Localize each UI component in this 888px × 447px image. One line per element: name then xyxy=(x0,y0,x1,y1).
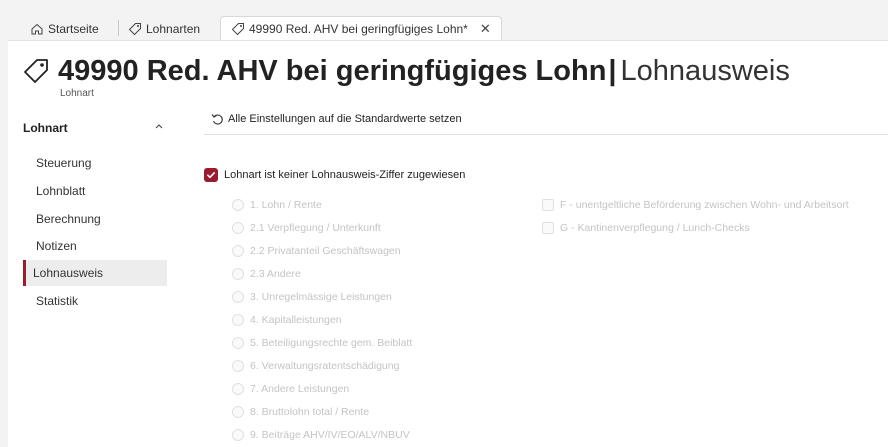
radio-button[interactable] xyxy=(232,406,244,418)
radio-button[interactable] xyxy=(232,360,244,372)
sidebar-item-lohnblatt[interactable]: Lohnblatt xyxy=(26,178,166,204)
undo-icon xyxy=(210,112,224,126)
tab-lohnarten[interactable]: Lohnarten xyxy=(128,18,200,40)
tab-label: 49990 Red. AHV bei geringfügiges Lohn* xyxy=(249,22,468,36)
sidebar-item-label: Berechnung xyxy=(36,212,101,226)
sidebar-item-lohnausweis[interactable]: Lohnausweis xyxy=(23,260,167,286)
radio-option[interactable]: 6. Verwaltungsratentschädigung xyxy=(232,358,399,374)
radio-option-label: 7. Andere Leistungen xyxy=(250,383,350,395)
sidebar-item-berechnung[interactable]: Berechnung xyxy=(26,206,166,232)
sidebar: Lohnart Steuerung Lohnblatt Berechnung N… xyxy=(8,106,178,447)
radio-button[interactable] xyxy=(232,291,244,303)
page-header: 49990 Red. AHV bei geringfügiges Lohn| Lo… xyxy=(8,40,888,107)
tab-label: Lohnarten xyxy=(146,22,201,36)
radio-option[interactable]: 2.3 Andere xyxy=(232,266,301,282)
radio-option-label: 9. Beiträge AHV/IV/EO/ALV/NBUV xyxy=(250,429,410,441)
checkbox-option-label: G - Kantinenverpflegung / Lunch-Checks xyxy=(560,222,750,234)
radio-option-label: 1. Lohn / Rente xyxy=(250,199,322,211)
checkbox-checked[interactable] xyxy=(204,168,218,182)
sidebar-item-label: Statistik xyxy=(36,294,79,308)
page-title: 49990 Red. AHV bei geringfügiges Lohn| Lo… xyxy=(58,54,790,88)
tab-bar: Startseite Lohnarten 49990 Red. AHV bei … xyxy=(0,0,888,41)
sidebar-item-statistik[interactable]: Statistik xyxy=(26,288,166,314)
sidebar-item-label: Lohnblatt xyxy=(36,184,86,198)
title-separator: | xyxy=(608,55,617,87)
divider xyxy=(204,134,888,135)
radio-button[interactable] xyxy=(232,429,244,441)
radio-button[interactable] xyxy=(232,199,244,211)
radio-button[interactable] xyxy=(232,222,244,234)
checkbox-unchecked[interactable] xyxy=(542,222,554,234)
radio-option-label: 2.1 Verpflegung / Unterkunft xyxy=(250,222,381,234)
main-area: Lohnart Steuerung Lohnblatt Berechnung N… xyxy=(8,106,888,447)
radio-button[interactable] xyxy=(232,337,244,349)
radio-button[interactable] xyxy=(232,268,244,280)
home-icon xyxy=(30,22,44,36)
radio-option-label: 3. Unregelmässige Leistungen xyxy=(250,291,392,303)
no-lohnausweis-label: Lohnart ist keiner Lohnausweis-Ziffer zu… xyxy=(224,169,466,181)
checkbox-option[interactable]: F - unentgeltliche Beförderung zwischen … xyxy=(542,197,849,213)
tab-startseite[interactable]: Startseite xyxy=(30,18,99,40)
reset-defaults-label: Alle Einstellungen auf die Standardwerte… xyxy=(228,113,462,125)
tag-icon xyxy=(22,57,50,85)
radio-button[interactable] xyxy=(232,245,244,257)
sidebar-item-label: Steuerung xyxy=(36,156,92,170)
content-panel: Alle Einstellungen auf die Standardwerte… xyxy=(204,106,888,447)
radio-option-label: 8. Bruttolohn total / Rente xyxy=(250,406,370,418)
radio-option-label: 2.3 Andere xyxy=(250,268,301,280)
reset-defaults-button[interactable]: Alle Einstellungen auf die Standardwerte… xyxy=(210,112,462,126)
page-title-main: 49990 Red. AHV bei geringfügiges Lohn xyxy=(58,55,607,87)
radio-option-label: 5. Beteiligungsrechte gem. Beiblatt xyxy=(250,337,413,349)
radio-option[interactable]: 2.1 Verpflegung / Unterkunft xyxy=(232,220,381,236)
radio-option[interactable]: 8. Bruttolohn total / Rente xyxy=(232,404,369,420)
radio-option[interactable]: 5. Beteiligungsrechte gem. Beiblatt xyxy=(232,335,412,351)
close-icon[interactable]: ✕ xyxy=(480,21,491,37)
radio-option[interactable]: 1. Lohn / Rente xyxy=(232,197,322,213)
radio-option[interactable]: 2.2 Privatanteil Geschäftswagen xyxy=(232,243,401,259)
radio-button[interactable] xyxy=(232,383,244,395)
radio-option[interactable]: 3. Unregelmässige Leistungen xyxy=(232,289,392,305)
radio-option-label: 4. Kapitalleistungen xyxy=(250,314,342,326)
sidebar-item-label: Lohnausweis xyxy=(33,266,104,280)
checkbox-unchecked[interactable] xyxy=(542,199,554,211)
tag-icon xyxy=(231,22,245,36)
checkbox-option-label: F - unentgeltliche Beförderung zwischen … xyxy=(560,199,849,211)
chevron-up-icon[interactable] xyxy=(153,120,165,135)
tag-icon xyxy=(128,22,142,36)
page-title-section: Lohnausweis xyxy=(620,55,790,87)
radio-option[interactable]: 9. Beiträge AHV/IV/EO/ALV/NBUV xyxy=(232,427,410,443)
radio-option-label: 2.2 Privatanteil Geschäftswagen xyxy=(250,245,401,257)
sidebar-item-steuerung[interactable]: Steuerung xyxy=(26,150,166,176)
tab-divider xyxy=(118,20,119,36)
no-lohnausweis-checkbox[interactable]: Lohnart ist keiner Lohnausweis-Ziffer zu… xyxy=(204,168,465,182)
radio-option-label: 6. Verwaltungsratentschädigung xyxy=(250,360,400,372)
page-subtitle: Lohnart xyxy=(60,88,94,99)
checkbox-option[interactable]: G - Kantinenverpflegung / Lunch-Checks xyxy=(542,220,750,236)
tab-label: Startseite xyxy=(48,22,99,36)
radio-option[interactable]: 7. Andere Leistungen xyxy=(232,381,349,397)
sidebar-item-notizen[interactable]: Notizen xyxy=(26,233,166,259)
sidebar-item-label: Notizen xyxy=(36,239,77,253)
sidebar-section-header[interactable]: Lohnart xyxy=(23,121,163,139)
tab-lohnart-detail[interactable]: 49990 Red. AHV bei geringfügiges Lohn* ✕ xyxy=(220,16,502,41)
radio-button[interactable] xyxy=(232,314,244,326)
radio-option[interactable]: 4. Kapitalleistungen xyxy=(232,312,342,328)
